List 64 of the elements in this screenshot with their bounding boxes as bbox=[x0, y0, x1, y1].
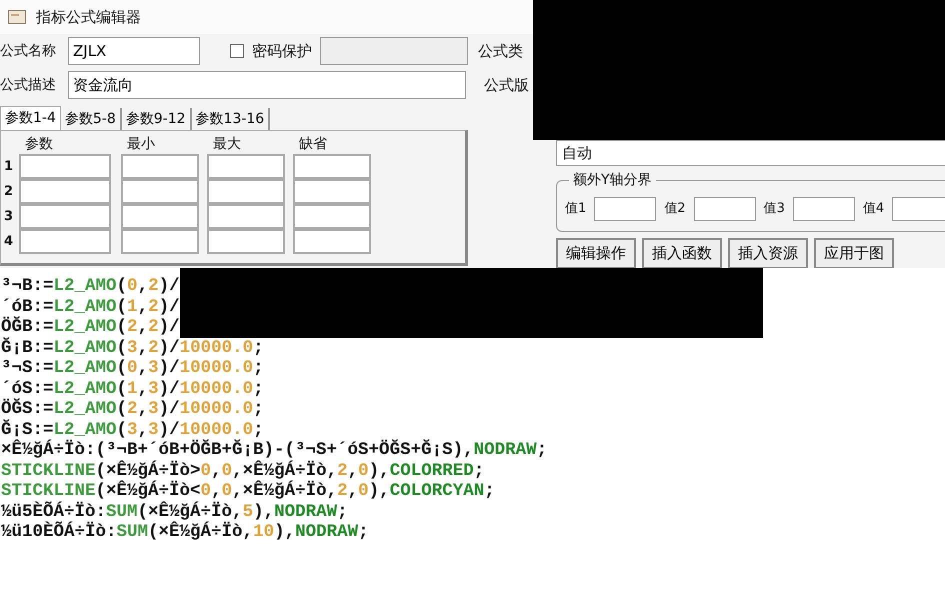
row-number: 3 bbox=[3, 208, 14, 226]
param-input[interactable] bbox=[121, 179, 199, 204]
param-input[interactable] bbox=[121, 229, 199, 254]
code-line: ³¬B:=L2_AMO(0,2)/ bbox=[0, 276, 181, 296]
field-label: 公式描述 bbox=[0, 76, 57, 94]
param-input[interactable] bbox=[293, 179, 371, 204]
app-icon bbox=[8, 10, 26, 24]
description-field[interactable]: 资金流向 bbox=[68, 71, 466, 99]
param-tab[interactable]: 参数13-16 bbox=[192, 108, 270, 130]
row-number: 4 bbox=[3, 233, 14, 251]
value-label: 值1 bbox=[565, 200, 586, 218]
param-input[interactable] bbox=[293, 154, 371, 179]
row-number: 1 bbox=[3, 158, 14, 176]
row-number: 2 bbox=[3, 183, 14, 201]
param-input[interactable] bbox=[207, 204, 285, 229]
code-line: ½ü5ÈÕÁ÷Ïò:SUM(×Ê½ğÁ÷Ïò,5),NODRAW; bbox=[0, 502, 349, 522]
value-input[interactable] bbox=[892, 197, 945, 221]
code-line: STICKLINE(×Ê½ğÁ÷Ïò>0,0,×Ê½ğÁ÷Ïò,2,0),COLORRED; bbox=[0, 460, 486, 480]
code-line: ½ü10ÈÕÁ÷Ïò:SUM(×Ê½ğÁ÷Ïò,10),NODRAW; bbox=[0, 522, 370, 542]
name-field[interactable]: ZJLX bbox=[68, 37, 200, 65]
param-tab[interactable]: 参数5-8 bbox=[60, 108, 122, 130]
code-line: ×Ê½ğÁ÷Ïò:(³¬B+´óB+ÖĞB+Ğ¡B)-(³¬S+´óS+ÖĞS+Ğ¡S),NODRAW; bbox=[0, 440, 548, 460]
param-input[interactable] bbox=[207, 229, 285, 254]
code-line: ÖĞS:=L2_AMO(2,3)/10000.0; bbox=[0, 399, 265, 419]
toolbar-button[interactable]: 插入资源 bbox=[728, 238, 808, 269]
param-input[interactable] bbox=[293, 229, 371, 254]
value-input[interactable] bbox=[694, 197, 756, 221]
param-input[interactable] bbox=[207, 154, 285, 179]
column-header: 最小 bbox=[126, 135, 156, 154]
param-tab[interactable]: 参数1-4 bbox=[0, 106, 61, 130]
checkbox-label: 密码保护 bbox=[252, 40, 312, 62]
value-label: 值2 bbox=[664, 200, 686, 218]
toolbar-button[interactable]: 插入函数 bbox=[642, 238, 722, 269]
param-input[interactable] bbox=[19, 179, 111, 204]
param-input[interactable] bbox=[121, 154, 199, 179]
code-line: Ğ¡B:=L2_AMO(3,2)/10000.0; bbox=[0, 338, 265, 358]
value-label: 值4 bbox=[862, 200, 884, 218]
password-checkbox[interactable] bbox=[230, 44, 244, 58]
code-line: ³¬S:=L2_AMO(0,3)/10000.0; bbox=[0, 358, 265, 378]
toolbar-button[interactable]: 应用于图 bbox=[814, 238, 894, 269]
toolbar-button[interactable]: 编辑操作 bbox=[556, 238, 636, 269]
code-line: ´óB:=L2_AMO(1,2)/ bbox=[0, 296, 181, 316]
param-input[interactable] bbox=[207, 179, 285, 204]
param-input[interactable] bbox=[19, 154, 111, 179]
param-tab[interactable]: 参数9-12 bbox=[122, 108, 192, 130]
code-line: Ğ¡S:=L2_AMO(3,3)/10000.0; bbox=[0, 420, 264, 440]
param-input[interactable] bbox=[121, 204, 199, 229]
code-line: ÖĞB:=L2_AMO(2,2)/ bbox=[0, 317, 181, 337]
code-line: ´óS:=L2_AMO(1,3)/10000.0; bbox=[0, 378, 265, 398]
value-input[interactable] bbox=[792, 197, 855, 221]
field-label: 公式名称 bbox=[0, 42, 57, 60]
value-input[interactable] bbox=[594, 197, 656, 221]
column-header: 缺省 bbox=[298, 135, 328, 154]
code-line: STICKLINE(×Ê½ğÁ÷Ïò<0,0,×Ê½ğÁ÷Ïò,2,0),COLORCYAN; bbox=[0, 481, 496, 501]
field-label: 公式版 bbox=[484, 74, 529, 96]
column-header: 参数 bbox=[24, 135, 54, 154]
param-input[interactable] bbox=[19, 204, 111, 229]
window-title: 指标公式编辑器 bbox=[36, 6, 141, 28]
column-header: 最大 bbox=[212, 135, 242, 154]
param-input[interactable] bbox=[293, 204, 371, 229]
value-label: 值3 bbox=[764, 200, 785, 218]
param-input[interactable] bbox=[19, 229, 111, 254]
field-label: 公式类 bbox=[478, 40, 523, 62]
value-field[interactable]: 自动 bbox=[556, 140, 945, 166]
